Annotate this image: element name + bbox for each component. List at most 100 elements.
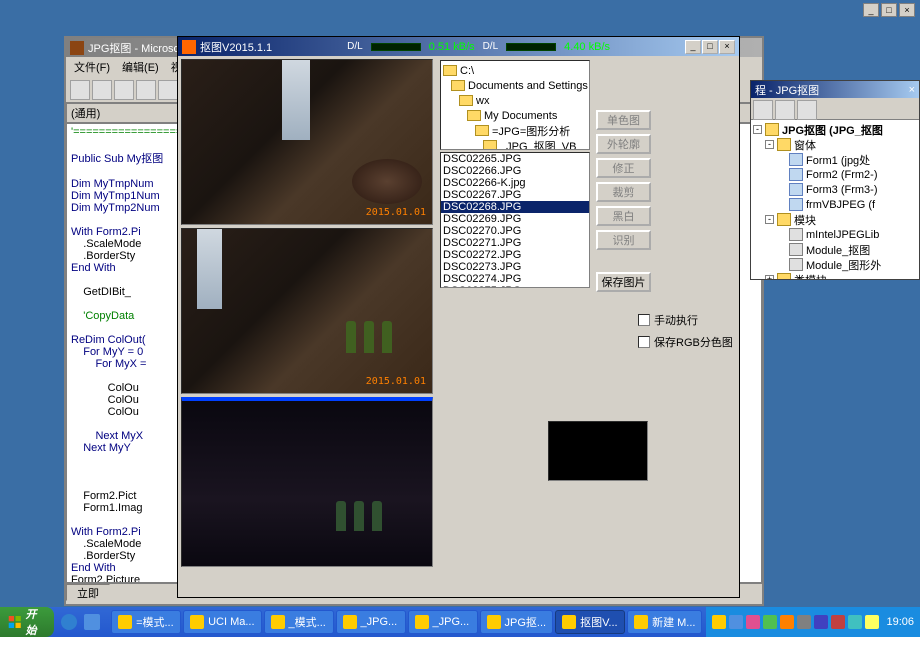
proj-item[interactable]: frmVBJPEG (f [753, 197, 917, 212]
proj-group[interactable]: -模块 [753, 212, 917, 227]
toolbar-icon[interactable] [136, 80, 156, 100]
tray-icon[interactable] [712, 615, 726, 629]
folder-tree-item[interactable]: My Documents [443, 108, 587, 123]
manual-exec-checkbox[interactable] [638, 314, 650, 326]
form-icon [789, 198, 803, 211]
file-list-item[interactable]: DSC02266.JPG [441, 165, 589, 177]
proj-view-form-icon[interactable] [775, 100, 795, 120]
action-button: 外轮廓 [596, 134, 651, 154]
proj-close-icon[interactable]: × [909, 84, 915, 96]
expand-icon[interactable]: + [765, 275, 774, 279]
proj-item[interactable]: Form2 (Frm2-) [753, 167, 917, 182]
max-btn[interactable]: □ [881, 3, 897, 17]
image-slot-2[interactable]: 2015.01.01 [181, 228, 433, 394]
folder-tree[interactable]: C:\Documents and SettingswxMy Documents=… [440, 60, 590, 150]
folder-icon [451, 80, 465, 91]
file-list-item[interactable]: DSC02271.JPG [441, 237, 589, 249]
folder-tree-item[interactable]: =JPG=图形分析 [443, 123, 587, 138]
proj-item[interactable]: Form1 (jpg处 [753, 152, 917, 167]
file-list[interactable]: DSC02265.JPGDSC02266.JPGDSC02266-K.jpgDS… [440, 152, 590, 288]
toolbar-icon[interactable] [114, 80, 134, 100]
proj-root[interactable]: -JPG抠图 (JPG_抠图 [753, 122, 917, 137]
proj-title-text: 程 - JPG抠图 [755, 82, 819, 98]
proj-toolbar [751, 98, 919, 120]
folder-tree-item[interactable]: wx [443, 93, 587, 108]
tray-icon[interactable] [729, 615, 743, 629]
tray-icon[interactable] [831, 615, 845, 629]
save-rgb-checkbox[interactable] [638, 336, 650, 348]
image-slot-1[interactable]: 2015.01.01 [181, 59, 433, 225]
ql-ie-icon[interactable] [58, 610, 80, 634]
proj-item[interactable]: Form3 (Frm3-) [753, 182, 917, 197]
proj-group[interactable]: +类模块 [753, 272, 917, 279]
menu-file[interactable]: 文件(F) [70, 57, 114, 77]
folder-tree-item[interactable]: Documents and Settings [443, 78, 587, 93]
app-title-text: 抠图V2015.1.1 [200, 39, 272, 55]
folder-tree-item[interactable]: C:\ [443, 63, 587, 78]
proj-item[interactable]: Module_抠图 [753, 242, 917, 257]
proj-item[interactable]: Module_图形外 [753, 257, 917, 272]
proj-toggle-icon[interactable] [797, 100, 817, 120]
taskbar-task[interactable]: JPG抠... [480, 610, 554, 634]
menu-edit[interactable]: 编辑(E) [118, 57, 163, 77]
close-button[interactable]: × [719, 40, 735, 54]
clock[interactable]: 19:06 [886, 616, 914, 628]
task-icon [118, 615, 132, 629]
app-title-bar[interactable]: 抠图V2015.1.1 D/L 0.51 kB/s D/L 4.40 kB/s … [178, 37, 739, 56]
file-list-item[interactable]: DSC02273.JPG [441, 261, 589, 273]
proj-tree[interactable]: -JPG抠图 (JPG_抠图-窗体Form1 (jpg处Form2 (Frm2-… [751, 120, 919, 279]
tray-icon[interactable] [848, 615, 862, 629]
taskbar-task[interactable]: _模式... [264, 610, 334, 634]
action-button: 识别 [596, 230, 651, 250]
tray-icon[interactable] [763, 615, 777, 629]
project-icon [765, 123, 779, 136]
action-button[interactable]: 保存图片 [596, 272, 651, 292]
ul-value: 4.40 kB/s [564, 41, 610, 53]
proj-title-bar[interactable]: 程 - JPG抠图 × [751, 81, 919, 98]
windows-logo-icon [8, 613, 22, 631]
proj-view-code-icon[interactable] [753, 100, 773, 120]
min-btn[interactable]: _ [863, 3, 879, 17]
maximize-button[interactable]: □ [702, 40, 718, 54]
taskbar-task[interactable]: 抠图V... [555, 610, 625, 634]
action-button: 裁剪 [596, 182, 651, 202]
tray-icon[interactable] [865, 615, 879, 629]
proj-item[interactable]: mIntelJPEGLib [753, 227, 917, 242]
minimize-button[interactable]: _ [685, 40, 701, 54]
close-btn[interactable]: × [899, 3, 915, 17]
taskbar-task[interactable]: UCI Ma... [183, 610, 261, 634]
tray-icon[interactable] [814, 615, 828, 629]
folder-tree-item[interactable]: _JPG_抠图_VB [443, 138, 587, 150]
start-button[interactable]: 开始 [0, 607, 54, 637]
manual-exec-label: 手动执行 [654, 312, 698, 328]
file-list-item[interactable]: DSC02275.JPG [441, 285, 589, 288]
action-button: 单色图 [596, 110, 651, 130]
task-icon [487, 615, 501, 629]
file-list-item[interactable]: DSC02274.JPG [441, 273, 589, 285]
taskbar-task[interactable]: =模式... [111, 610, 181, 634]
toolbar-icon[interactable] [70, 80, 90, 100]
file-list-item[interactable]: DSC02269.JPG [441, 213, 589, 225]
tray-icon[interactable] [746, 615, 760, 629]
toolbar-icon[interactable] [92, 80, 112, 100]
taskbar-task[interactable]: _JPG... [336, 610, 406, 634]
toolbar-icon[interactable] [158, 80, 178, 100]
file-list-item[interactable]: DSC02265.JPG [441, 153, 589, 165]
file-list-item[interactable]: DSC02268.JPG [441, 201, 589, 213]
file-list-item[interactable]: DSC02267.JPG [441, 189, 589, 201]
collapse-icon[interactable]: - [765, 140, 774, 149]
collapse-icon[interactable]: - [753, 125, 762, 134]
file-list-item[interactable]: DSC02272.JPG [441, 249, 589, 261]
file-list-item[interactable]: DSC02270.JPG [441, 225, 589, 237]
tray-icon[interactable] [797, 615, 811, 629]
ul-label: D/L [483, 41, 499, 52]
file-list-item[interactable]: DSC02266-K.jpg [441, 177, 589, 189]
ql-desktop-icon[interactable] [81, 610, 103, 634]
tray-icon[interactable] [780, 615, 794, 629]
proj-group[interactable]: -窗体 [753, 137, 917, 152]
quick-launch [58, 610, 103, 634]
taskbar-task[interactable]: 新建 M... [627, 610, 702, 634]
image-slot-3[interactable] [181, 397, 433, 567]
taskbar-task[interactable]: _JPG... [408, 610, 478, 634]
collapse-icon[interactable]: - [765, 215, 774, 224]
